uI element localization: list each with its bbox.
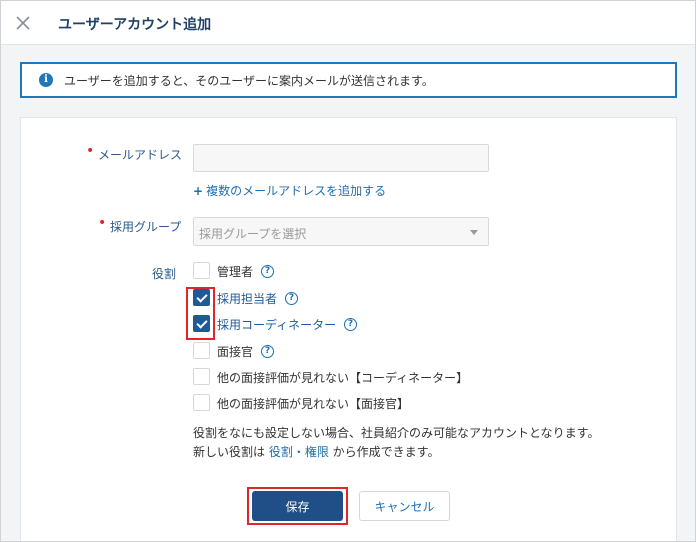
- info-icon: i: [39, 73, 53, 87]
- roles-permissions-link[interactable]: 役割・権限: [269, 445, 329, 459]
- help-icon[interactable]: ?: [344, 318, 357, 331]
- info-notice: i ユーザーを追加すると、そのユーザーに案内メールが送信されます。: [20, 62, 677, 98]
- email-label: • メールアドレス: [86, 143, 183, 162]
- role-checkbox[interactable]: [193, 394, 210, 411]
- required-mark: •: [86, 143, 95, 159]
- dialog-header: ユーザーアカウント追加: [1, 1, 695, 45]
- cancel-button[interactable]: キャンセル: [359, 491, 450, 521]
- form-panel: • メールアドレス + 複数のメールアドレスを追加する • 採用グループ 採用グル…: [20, 117, 677, 541]
- group-select-placeholder: 採用グループを選択: [199, 227, 307, 241]
- role-checkbox[interactable]: [193, 342, 210, 359]
- notice-text: ユーザーを追加すると、そのユーザーに案内メールが送信されます。: [64, 74, 434, 88]
- roles-hint: 役割をなにも設定しない場合、社員紹介のみ可能なアカウントとなります。 新しい役割…: [193, 426, 600, 459]
- group-label: • 採用グループ: [98, 215, 182, 234]
- role-label: 面接官: [217, 345, 254, 359]
- chevron-down-icon: [470, 230, 478, 235]
- role-label: 他の面接評価が見れない【面接官】: [217, 397, 410, 411]
- group-select[interactable]: 採用グループを選択: [193, 217, 489, 246]
- help-icon[interactable]: ?: [285, 292, 298, 305]
- required-mark: •: [98, 215, 107, 231]
- role-label: 管理者: [217, 265, 254, 279]
- role-checkbox[interactable]: [193, 262, 210, 279]
- save-button[interactable]: 保存: [252, 491, 343, 521]
- role-label: 採用担当者: [217, 292, 278, 306]
- dialog-title: ユーザーアカウント追加: [58, 17, 212, 33]
- role-label: 採用コーディネーター: [217, 318, 337, 332]
- roles-label: 役割: [152, 267, 177, 281]
- help-icon[interactable]: ?: [261, 265, 274, 278]
- email-input[interactable]: [193, 144, 489, 172]
- add-multiple-emails-link[interactable]: + 複数のメールアドレスを追加する: [193, 182, 386, 199]
- help-icon[interactable]: ?: [261, 345, 274, 358]
- role-label: 他の面接評価が見れない【コーディネーター】: [217, 371, 469, 385]
- role-checkbox[interactable]: [193, 368, 210, 385]
- checkbox-highlight: [186, 287, 215, 340]
- close-icon[interactable]: [11, 11, 35, 35]
- dialog: ユーザーアカウント追加 i ユーザーを追加すると、そのユーザーに案内メールが送信…: [0, 0, 696, 542]
- plus-icon: +: [193, 184, 204, 198]
